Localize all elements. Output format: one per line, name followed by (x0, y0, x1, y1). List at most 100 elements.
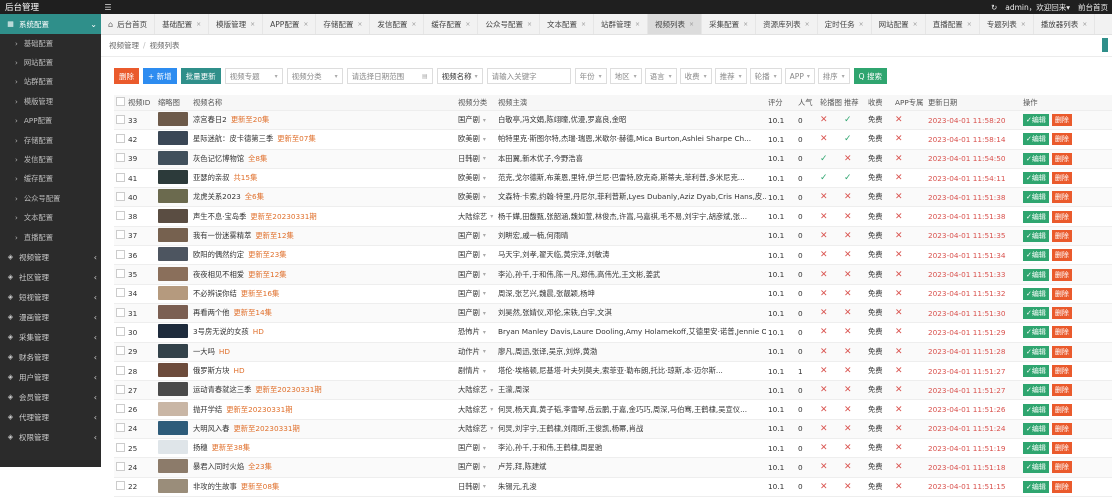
recommend-toggle[interactable]: ✕ (842, 231, 866, 241)
sidebar-subitem[interactable]: › 网站配置 (0, 53, 101, 72)
row-checkbox[interactable] (116, 384, 125, 394)
category-select[interactable]: 恐怖片 ▾ (456, 327, 496, 337)
filter-select[interactable]: 推荐 ▾ (714, 68, 747, 84)
sidebar-subitem[interactable]: › 发信配置 (0, 150, 101, 169)
row-checkbox[interactable] (116, 153, 125, 163)
edit-button[interactable]: ✓编辑 (1023, 268, 1049, 281)
app-exclusive-toggle[interactable]: ✕ (893, 347, 926, 357)
video-name[interactable]: 一大吗 (193, 347, 215, 356)
delete-row-button[interactable]: 删除 (1051, 480, 1072, 493)
sidebar-subitem[interactable]: › 存储配置 (0, 131, 101, 150)
edit-button[interactable]: ✓编辑 (1023, 210, 1049, 223)
video-name[interactable]: 欧阳的偶然约定 (193, 250, 244, 259)
delete-row-button[interactable]: 删除 (1051, 307, 1072, 320)
edit-button[interactable]: ✓编辑 (1023, 345, 1049, 358)
video-name[interactable]: 声生不息·宝岛季 (193, 212, 246, 221)
close-icon[interactable]: × (527, 21, 532, 28)
app-exclusive-toggle[interactable]: ✕ (893, 366, 926, 376)
category-select[interactable]: 国产剧 ▾ (456, 115, 496, 125)
sidebar-item-system-config[interactable]: ▦ 系统配置 ⌄ (0, 14, 101, 34)
edit-button[interactable]: ✓编辑 (1023, 114, 1049, 127)
close-icon[interactable]: × (805, 21, 810, 28)
sidebar-subitem[interactable]: › 基础配置 (0, 34, 101, 53)
video-name[interactable]: 我有一份迷雾精萃 (193, 231, 251, 240)
delete-row-button[interactable]: 删除 (1051, 287, 1072, 300)
delete-row-button[interactable]: 删除 (1051, 403, 1072, 416)
category-select[interactable]: 欧美剧 ▾ (456, 134, 496, 144)
tab-item[interactable]: 播放器列表 × (1034, 14, 1096, 34)
row-checkbox[interactable] (116, 269, 125, 279)
row-checkbox[interactable] (116, 404, 125, 414)
tab-item[interactable]: 存储配置 × (316, 14, 371, 34)
row-checkbox[interactable] (116, 249, 125, 259)
tab-item[interactable]: ⌂ 后台首页 (101, 14, 156, 34)
tab-item[interactable]: 缓存配置 × (424, 14, 479, 34)
category-select[interactable]: 国产剧 ▾ (456, 443, 496, 453)
tab-item[interactable]: 专题列表 × (980, 14, 1034, 34)
tab-item[interactable]: 基础配置 × (155, 14, 210, 34)
app-exclusive-toggle[interactable]: ✕ (893, 289, 926, 299)
recommend-toggle[interactable]: ✕ (842, 366, 866, 376)
tab-item[interactable]: 发信配置 × (370, 14, 425, 34)
close-icon[interactable]: × (859, 21, 864, 28)
home-link[interactable]: 前台首页 (1078, 2, 1108, 13)
video-name[interactable]: 俄罗斯方块 (193, 366, 229, 375)
date-range-input[interactable]: 请选择日期范围 ▤ (346, 68, 433, 84)
tab-item[interactable]: 网站配置 × (872, 14, 926, 34)
user-menu[interactable]: admin，欢迎回来▾ (1005, 2, 1070, 13)
recommend-toggle[interactable]: ✕ (842, 270, 866, 280)
delete-row-button[interactable]: 删除 (1051, 172, 1072, 185)
app-exclusive-toggle[interactable]: ✕ (893, 443, 926, 453)
app-exclusive-toggle[interactable]: ✕ (893, 192, 926, 202)
recommend-toggle[interactable]: ✕ (842, 250, 866, 260)
sidebar-group[interactable]: ◈ 权限管理 ‹ (0, 427, 101, 447)
edit-button[interactable]: ✓编辑 (1023, 461, 1049, 474)
tab-item[interactable]: 文本配置 × (540, 14, 595, 34)
tab-item[interactable]: 视频列表 × (648, 14, 703, 34)
sidebar-subitem[interactable]: › 直播配置 (0, 228, 101, 247)
recommend-toggle[interactable]: ✕ (842, 385, 866, 395)
category-select[interactable]: 日韩剧 ▾ (456, 482, 496, 492)
row-checkbox[interactable] (116, 346, 125, 356)
keyword-input[interactable]: 请输入关键字 (486, 68, 571, 84)
category-select[interactable]: 大陆综艺 ▾ (456, 405, 496, 415)
carousel-toggle[interactable]: ✓ (818, 173, 842, 183)
search-button[interactable]: Q 搜索 (853, 68, 887, 84)
app-exclusive-toggle[interactable]: ✕ (893, 308, 926, 318)
edit-button[interactable]: ✓编辑 (1023, 403, 1049, 416)
category-select[interactable]: 欧美剧 ▾ (456, 192, 496, 202)
delete-row-button[interactable]: 删除 (1051, 133, 1072, 146)
filter-select[interactable]: 年份 ▾ (574, 68, 607, 84)
delete-row-button[interactable]: 删除 (1051, 461, 1072, 474)
filter-select[interactable]: 轮播 ▾ (749, 68, 782, 84)
edit-button[interactable]: ✓编辑 (1023, 287, 1049, 300)
close-icon[interactable]: × (303, 21, 308, 28)
carousel-toggle[interactable]: ✕ (818, 192, 842, 202)
menu-toggle-icon[interactable]: ☰ (101, 2, 115, 12)
row-checkbox[interactable] (116, 172, 125, 182)
close-icon[interactable]: × (465, 21, 470, 28)
tab-item[interactable]: 公众号配置 × (478, 14, 540, 34)
category-select[interactable]: 大陆综艺 ▾ (456, 385, 496, 395)
category-select[interactable]: 大陆综艺 ▾ (456, 212, 496, 222)
video-name[interactable]: 不必辨误你结 (193, 289, 237, 298)
carousel-toggle[interactable]: ✕ (818, 385, 842, 395)
row-checkbox[interactable] (116, 230, 125, 240)
tab-item[interactable]: 定时任务 × (818, 14, 872, 34)
row-checkbox[interactable] (116, 307, 125, 317)
category-select[interactable]: 国产剧 ▾ (456, 231, 496, 241)
tab-item[interactable]: 站群管理 × (594, 14, 649, 34)
delete-row-button[interactable]: 删除 (1051, 229, 1072, 242)
edit-button[interactable]: ✓编辑 (1023, 307, 1049, 320)
video-name[interactable]: 夜夜相见不相爱 (193, 270, 244, 279)
video-name[interactable]: 星际迷航：皮卡德第三季 (193, 134, 273, 143)
row-checkbox[interactable] (116, 133, 125, 143)
delete-row-button[interactable]: 删除 (1051, 365, 1072, 377)
filter-select[interactable]: APP ▾ (784, 68, 815, 84)
close-icon[interactable]: × (250, 21, 255, 28)
recommend-toggle[interactable]: ✕ (842, 424, 866, 434)
video-name[interactable]: 再看两个他 (193, 308, 229, 317)
edit-button[interactable]: ✓编辑 (1023, 326, 1049, 339)
recommend-toggle[interactable]: ✕ (842, 289, 866, 299)
recommend-toggle[interactable]: ✕ (842, 482, 866, 492)
